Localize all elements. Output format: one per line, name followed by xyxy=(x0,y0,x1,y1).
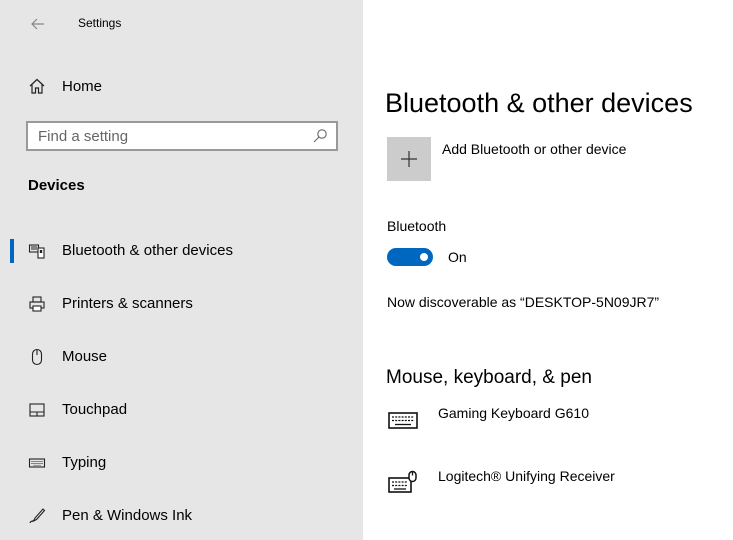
mouse-icon xyxy=(27,347,47,367)
sidebar-item-label: Typing xyxy=(62,454,107,471)
sidebar-item-label: Bluetooth & other devices xyxy=(62,242,233,259)
sidebar-item-pen[interactable]: Pen & Windows Ink xyxy=(0,496,363,536)
back-arrow-icon[interactable] xyxy=(28,14,48,34)
pen-icon xyxy=(27,506,47,526)
home-icon xyxy=(28,76,48,96)
bluetooth-devices-icon xyxy=(27,241,47,261)
home-nav-item[interactable]: Home xyxy=(28,74,102,98)
add-device-label: Add Bluetooth or other device xyxy=(442,141,627,157)
section-heading-input-devices: Mouse, keyboard, & pen xyxy=(386,367,592,388)
bluetooth-label: Bluetooth xyxy=(387,218,447,234)
sidebar-item-mouse[interactable]: Mouse xyxy=(0,337,363,377)
sidebar-item-touchpad[interactable]: Touchpad xyxy=(0,390,363,430)
keyboard-icon xyxy=(27,453,47,473)
selection-indicator xyxy=(10,239,14,263)
search-input[interactable] xyxy=(38,126,308,146)
page-title: Bluetooth & other devices xyxy=(385,88,693,119)
bluetooth-state-text: On xyxy=(448,249,467,265)
main-content: Bluetooth & other devices Add Bluetooth … xyxy=(363,0,733,540)
add-device-button[interactable]: Add Bluetooth or other device xyxy=(387,137,626,181)
app-title: Settings xyxy=(78,16,122,30)
keyboard-icon xyxy=(388,412,418,429)
toggle-knob xyxy=(420,253,428,261)
device-item-keyboard[interactable]: Gaming Keyboard G610 xyxy=(387,405,589,431)
sidebar-item-label: Printers & scanners xyxy=(62,295,193,312)
section-heading-devices: Devices xyxy=(28,177,85,194)
bluetooth-toggle-row: On xyxy=(387,248,467,266)
keyboard-mouse-icon xyxy=(388,470,417,493)
sidebar-item-label: Touchpad xyxy=(62,401,128,418)
sidebar: Settings Home Devices Bluetooth & other … xyxy=(0,0,363,540)
device-name: Logitech® Unifying Receiver xyxy=(438,468,615,484)
device-item-receiver[interactable]: Logitech® Unifying Receiver xyxy=(387,468,615,494)
sidebar-item-label: Pen & Windows Ink xyxy=(62,507,193,524)
home-label: Home xyxy=(62,77,103,95)
sidebar-item-printers[interactable]: Printers & scanners xyxy=(0,284,363,324)
sidebar-item-bluetooth[interactable]: Bluetooth & other devices xyxy=(0,231,363,271)
add-device-tile[interactable] xyxy=(387,137,431,181)
search-box[interactable] xyxy=(26,121,338,151)
printer-icon xyxy=(27,294,47,314)
discoverable-text: Now discoverable as “DESKTOP-5N09JR7” xyxy=(387,294,660,310)
touchpad-icon xyxy=(27,400,47,420)
device-name: Gaming Keyboard G610 xyxy=(438,405,589,421)
sidebar-item-typing[interactable]: Typing xyxy=(0,443,363,483)
sidebar-item-label: Mouse xyxy=(62,348,108,365)
plus-icon xyxy=(401,151,417,167)
search-icon[interactable] xyxy=(312,128,328,144)
bluetooth-toggle[interactable] xyxy=(387,248,433,266)
